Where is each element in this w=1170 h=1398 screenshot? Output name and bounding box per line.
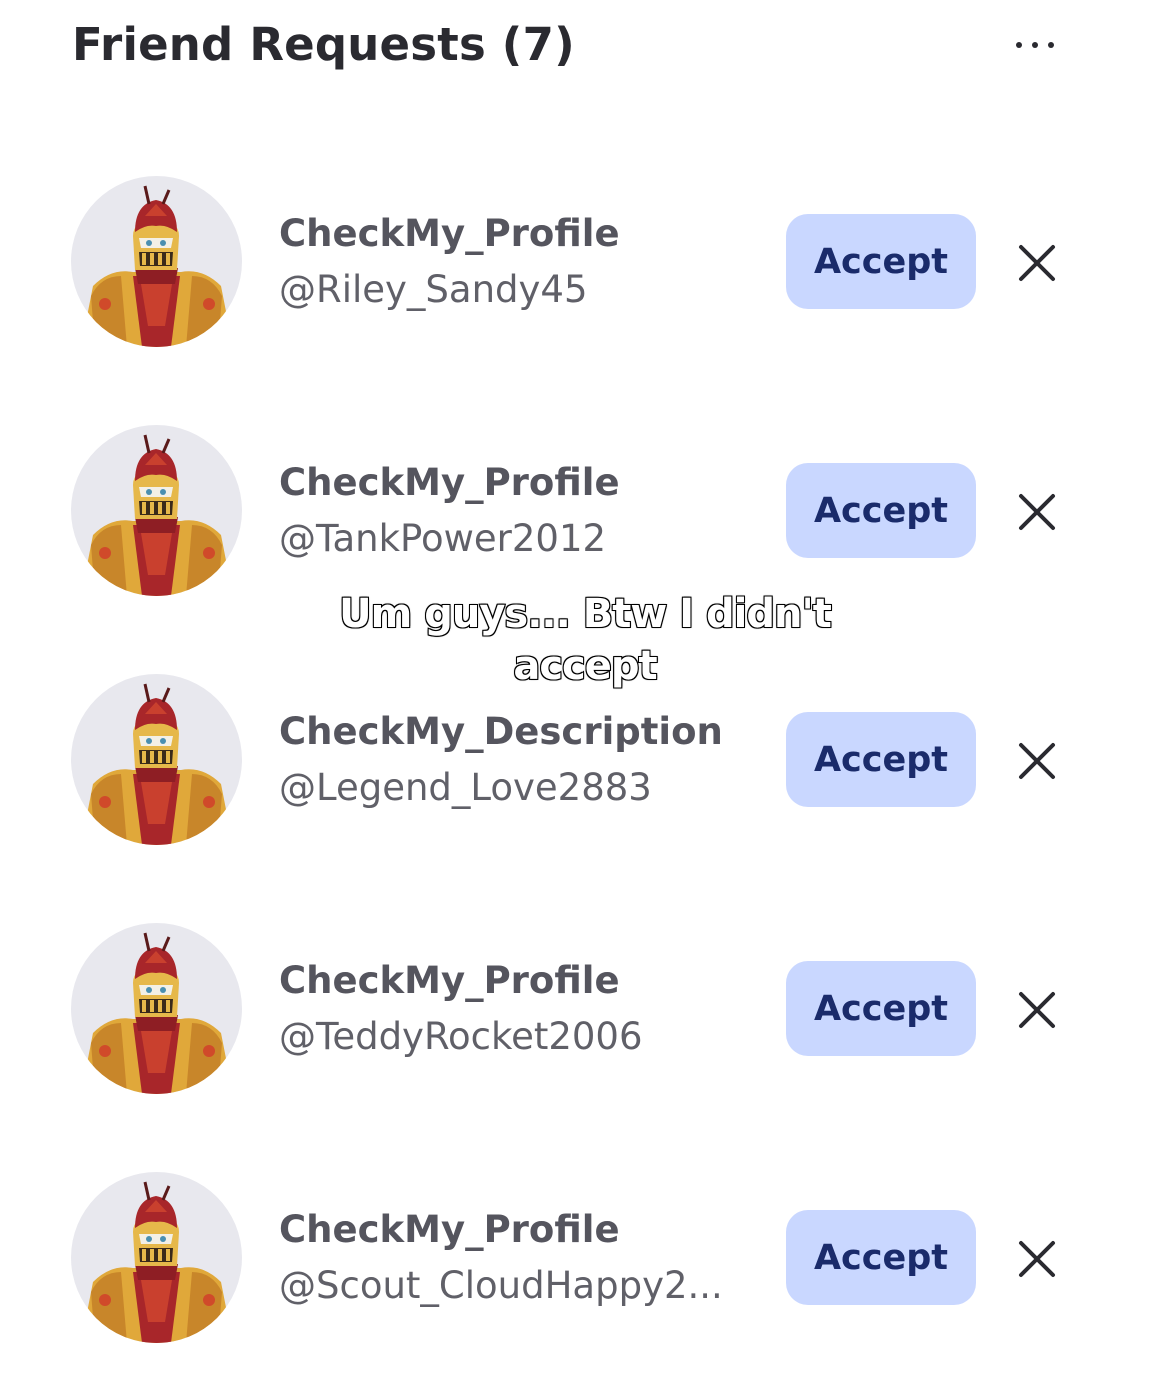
decline-button[interactable] (1012, 736, 1062, 786)
close-icon (1019, 743, 1055, 779)
friend-request-row: CheckMy_Profile @TeddyRocket2006 Accept (0, 923, 1170, 1098)
decline-button[interactable] (1012, 487, 1062, 537)
overlay-caption-line: Um guys... Btw I didn't (338, 590, 833, 638)
display-name[interactable]: CheckMy_Profile (279, 957, 759, 1005)
close-icon (1019, 1241, 1055, 1277)
accept-button[interactable]: Accept (786, 712, 976, 807)
username: @TeddyRocket2006 (279, 1015, 643, 1058)
overlay-caption-line: accept (512, 642, 658, 690)
friend-request-row: CheckMy_Description @Legend_Love2883 Acc… (0, 674, 1170, 849)
header: Friend Requests (7) (72, 12, 1072, 82)
request-names: CheckMy_Profile @Scout_CloudHappy2... (279, 1206, 759, 1310)
accept-button[interactable]: Accept (786, 961, 976, 1056)
friend-request-row: CheckMy_Profile @TankPower2012 Accept (0, 425, 1170, 600)
decline-button[interactable] (1012, 1234, 1062, 1284)
request-names: CheckMy_Profile @Riley_Sandy45 (279, 210, 759, 314)
request-names: CheckMy_Profile @TeddyRocket2006 (279, 957, 759, 1061)
display-name[interactable]: CheckMy_Profile (279, 459, 759, 507)
username: @Riley_Sandy45 (279, 268, 588, 311)
close-icon (1019, 245, 1055, 281)
close-icon (1019, 992, 1055, 1028)
display-name[interactable]: CheckMy_Profile (279, 1206, 759, 1254)
request-names: CheckMy_Description @Legend_Love2883 (279, 708, 759, 812)
knight-avatar-icon (81, 683, 233, 845)
more-options-button[interactable] (1010, 30, 1060, 60)
decline-button[interactable] (1012, 238, 1062, 288)
accept-button[interactable]: Accept (786, 1210, 976, 1305)
username: @Legend_Love2883 (279, 766, 652, 809)
avatar[interactable] (71, 923, 242, 1094)
avatar[interactable] (71, 425, 242, 596)
knight-avatar-icon (81, 434, 233, 596)
knight-avatar-icon (81, 185, 233, 347)
more-horizontal-icon (1016, 42, 1022, 48)
knight-avatar-icon (81, 1181, 233, 1343)
more-horizontal-icon-dot (1032, 42, 1038, 48)
display-name[interactable]: CheckMy_Description (279, 708, 759, 756)
username: @Scout_CloudHappy2... (279, 1264, 723, 1307)
overlay-caption: Um guys... Btw I didn't accept (285, 588, 885, 692)
friend-request-row: CheckMy_Profile @Scout_CloudHappy2... Ac… (0, 1172, 1170, 1347)
avatar[interactable] (71, 1172, 242, 1343)
more-horizontal-icon-dot (1048, 42, 1054, 48)
close-icon (1019, 494, 1055, 530)
page-title: Friend Requests (7) (72, 18, 575, 71)
accept-button[interactable]: Accept (786, 214, 976, 309)
accept-button[interactable]: Accept (786, 463, 976, 558)
display-name[interactable]: CheckMy_Profile (279, 210, 759, 258)
decline-button[interactable] (1012, 985, 1062, 1035)
friend-request-row: CheckMy_Profile @Riley_Sandy45 Accept (0, 176, 1170, 351)
username: @TankPower2012 (279, 517, 607, 560)
avatar[interactable] (71, 176, 242, 347)
request-names: CheckMy_Profile @TankPower2012 (279, 459, 759, 563)
knight-avatar-icon (81, 932, 233, 1094)
avatar[interactable] (71, 674, 242, 845)
